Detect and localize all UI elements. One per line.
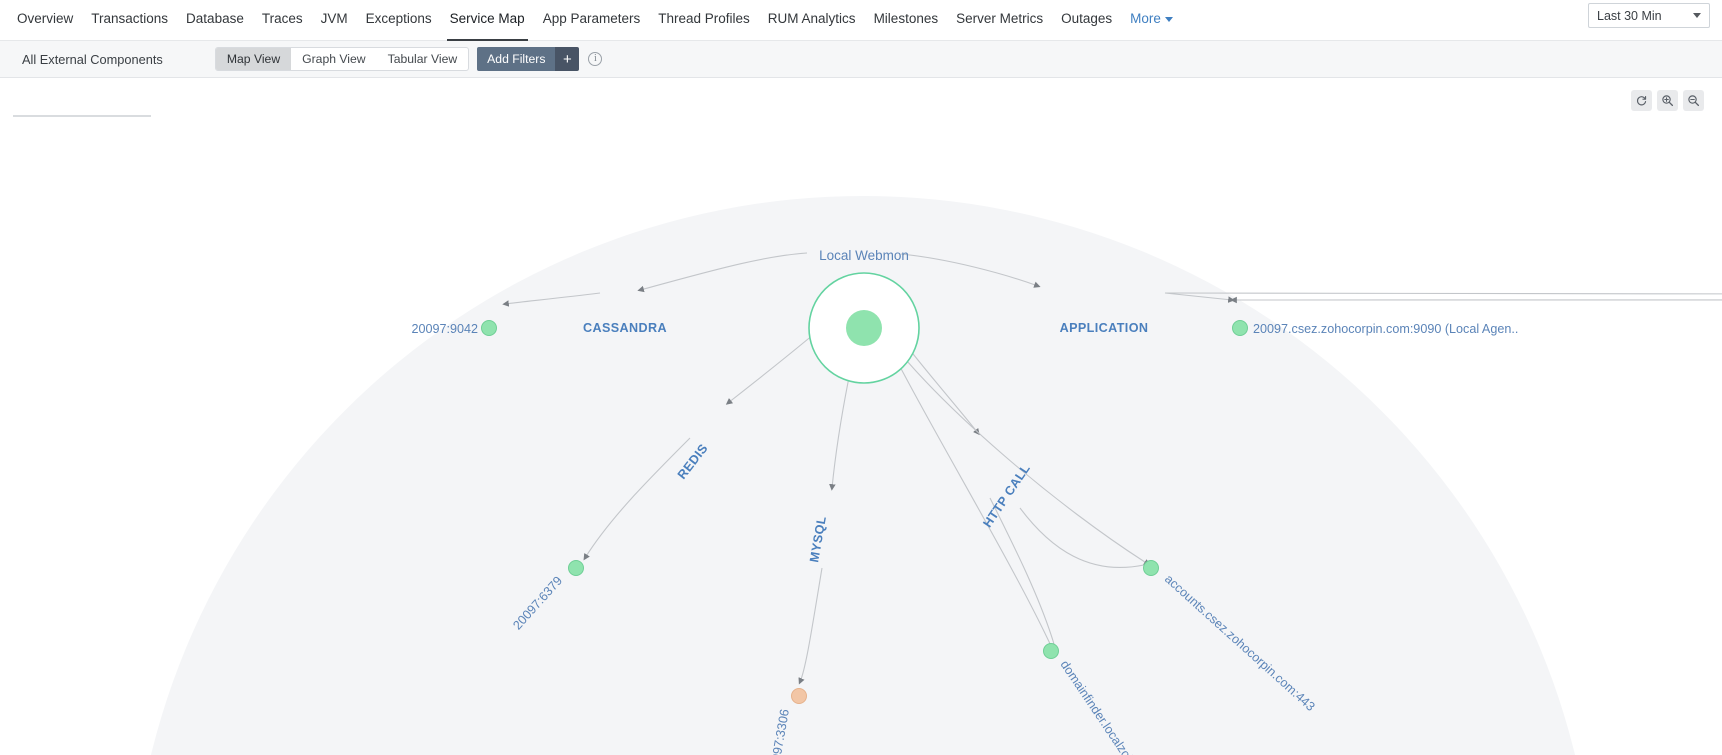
zoom-in-icon[interactable]	[1657, 90, 1678, 111]
nav-item-traces[interactable]: Traces	[253, 0, 312, 41]
info-icon[interactable]: i	[588, 52, 602, 66]
view-tab-tabular-view[interactable]: Tabular View	[377, 48, 469, 70]
nav-item-rum-analytics[interactable]: RUM Analytics	[759, 0, 865, 41]
center-node-label: Local Webmon	[819, 248, 909, 263]
nav-items-list: OverviewTransactionsDatabaseTracesJVMExc…	[0, 0, 1182, 41]
nav-item-milestones[interactable]: Milestones	[865, 0, 948, 41]
edge-cassandra-inner	[640, 253, 807, 290]
edge-label-httpcall: HTTP CALL	[980, 461, 1033, 530]
nav-item-exceptions[interactable]: Exceptions	[357, 0, 441, 41]
node-label-domainfinder: domainfinder.localzoho.com:443	[1058, 658, 1171, 755]
node-label-application: 20097.csez.zohocorpin.com:9090 (Local Ag…	[1253, 322, 1518, 336]
nav-item-server-metrics[interactable]: Server Metrics	[947, 0, 1052, 41]
edge-httpcall-domainfinder	[990, 498, 1054, 644]
nav-item-outages[interactable]: Outages	[1052, 0, 1121, 41]
chevron-down-icon	[1165, 17, 1173, 22]
view-mode-tabs: Map ViewGraph ViewTabular View	[215, 47, 469, 71]
sub-toolbar: All External Components Map ViewGraph Vi…	[0, 41, 1722, 78]
node-cassandra[interactable]	[482, 321, 497, 336]
edge-label-application: APPLICATION	[1060, 321, 1149, 335]
edge-label-cassandra: CASSANDRA	[583, 321, 667, 335]
zoom-out-icon[interactable]	[1683, 90, 1704, 111]
plus-icon[interactable]: +	[555, 47, 579, 71]
nav-item-more-label: More	[1130, 11, 1161, 26]
nav-item-overview[interactable]: Overview	[8, 0, 82, 41]
nav-item-service-map[interactable]: Service Map	[441, 0, 534, 41]
time-range-label: Last 30 Min	[1597, 9, 1693, 23]
view-tab-map-view[interactable]: Map View	[216, 48, 291, 70]
node-label-cassandra: 20097:9042	[411, 322, 478, 336]
edge-label-mysql: MYSQL	[807, 515, 829, 564]
node-label-accounts: accounts.csez.zohocorpin.com:443	[1162, 572, 1318, 714]
map-controls	[1631, 90, 1704, 111]
nav-item-thread-profiles[interactable]: Thread Profiles	[649, 0, 759, 41]
node-redis[interactable]	[569, 561, 584, 576]
node-label-redis: 20097:6379	[510, 574, 565, 633]
edge-httpcall-accounts	[1020, 508, 1148, 567]
edge-application-outer2	[1165, 293, 1232, 300]
edge-redis-outer	[585, 438, 690, 558]
edge-mysql-outer	[800, 568, 822, 682]
center-node-dot[interactable]	[846, 310, 882, 346]
service-map-canvas[interactable]: Local Webmon CASSANDRA 20097:9042 APPLIC…	[0, 78, 1722, 755]
nav-item-app-parameters[interactable]: App Parameters	[534, 0, 650, 41]
view-tab-graph-view[interactable]: Graph View	[291, 48, 376, 70]
time-range-selector[interactable]: Last 30 Min	[1588, 3, 1710, 28]
edge-domainfinder-branch	[880, 328, 1052, 648]
add-filters-label: Add Filters	[477, 47, 555, 71]
service-map-graph[interactable]: Local Webmon CASSANDRA 20097:9042 APPLIC…	[0, 78, 1722, 755]
node-accounts[interactable]	[1144, 561, 1159, 576]
node-application[interactable]	[1233, 321, 1248, 336]
page-title: All External Components	[0, 52, 163, 67]
nav-item-more[interactable]: More	[1121, 0, 1182, 41]
edge-application-inner	[901, 254, 1038, 286]
edge-application-outer	[1165, 293, 1722, 300]
node-label-mysql: 20097:3306	[767, 708, 792, 755]
nav-item-database[interactable]: Database	[177, 0, 253, 41]
node-mysql[interactable]	[792, 689, 807, 704]
nav-item-jvm[interactable]: JVM	[312, 0, 357, 41]
add-filters-button[interactable]: Add Filters +	[477, 47, 579, 71]
top-navigation-bar: OverviewTransactionsDatabaseTracesJVMExc…	[0, 0, 1722, 41]
edge-cassandra-outer	[505, 293, 600, 304]
nav-item-transactions[interactable]: Transactions	[82, 0, 177, 41]
chevron-down-icon	[1693, 13, 1701, 18]
node-domainfinder[interactable]	[1044, 644, 1059, 659]
refresh-icon[interactable]	[1631, 90, 1652, 111]
